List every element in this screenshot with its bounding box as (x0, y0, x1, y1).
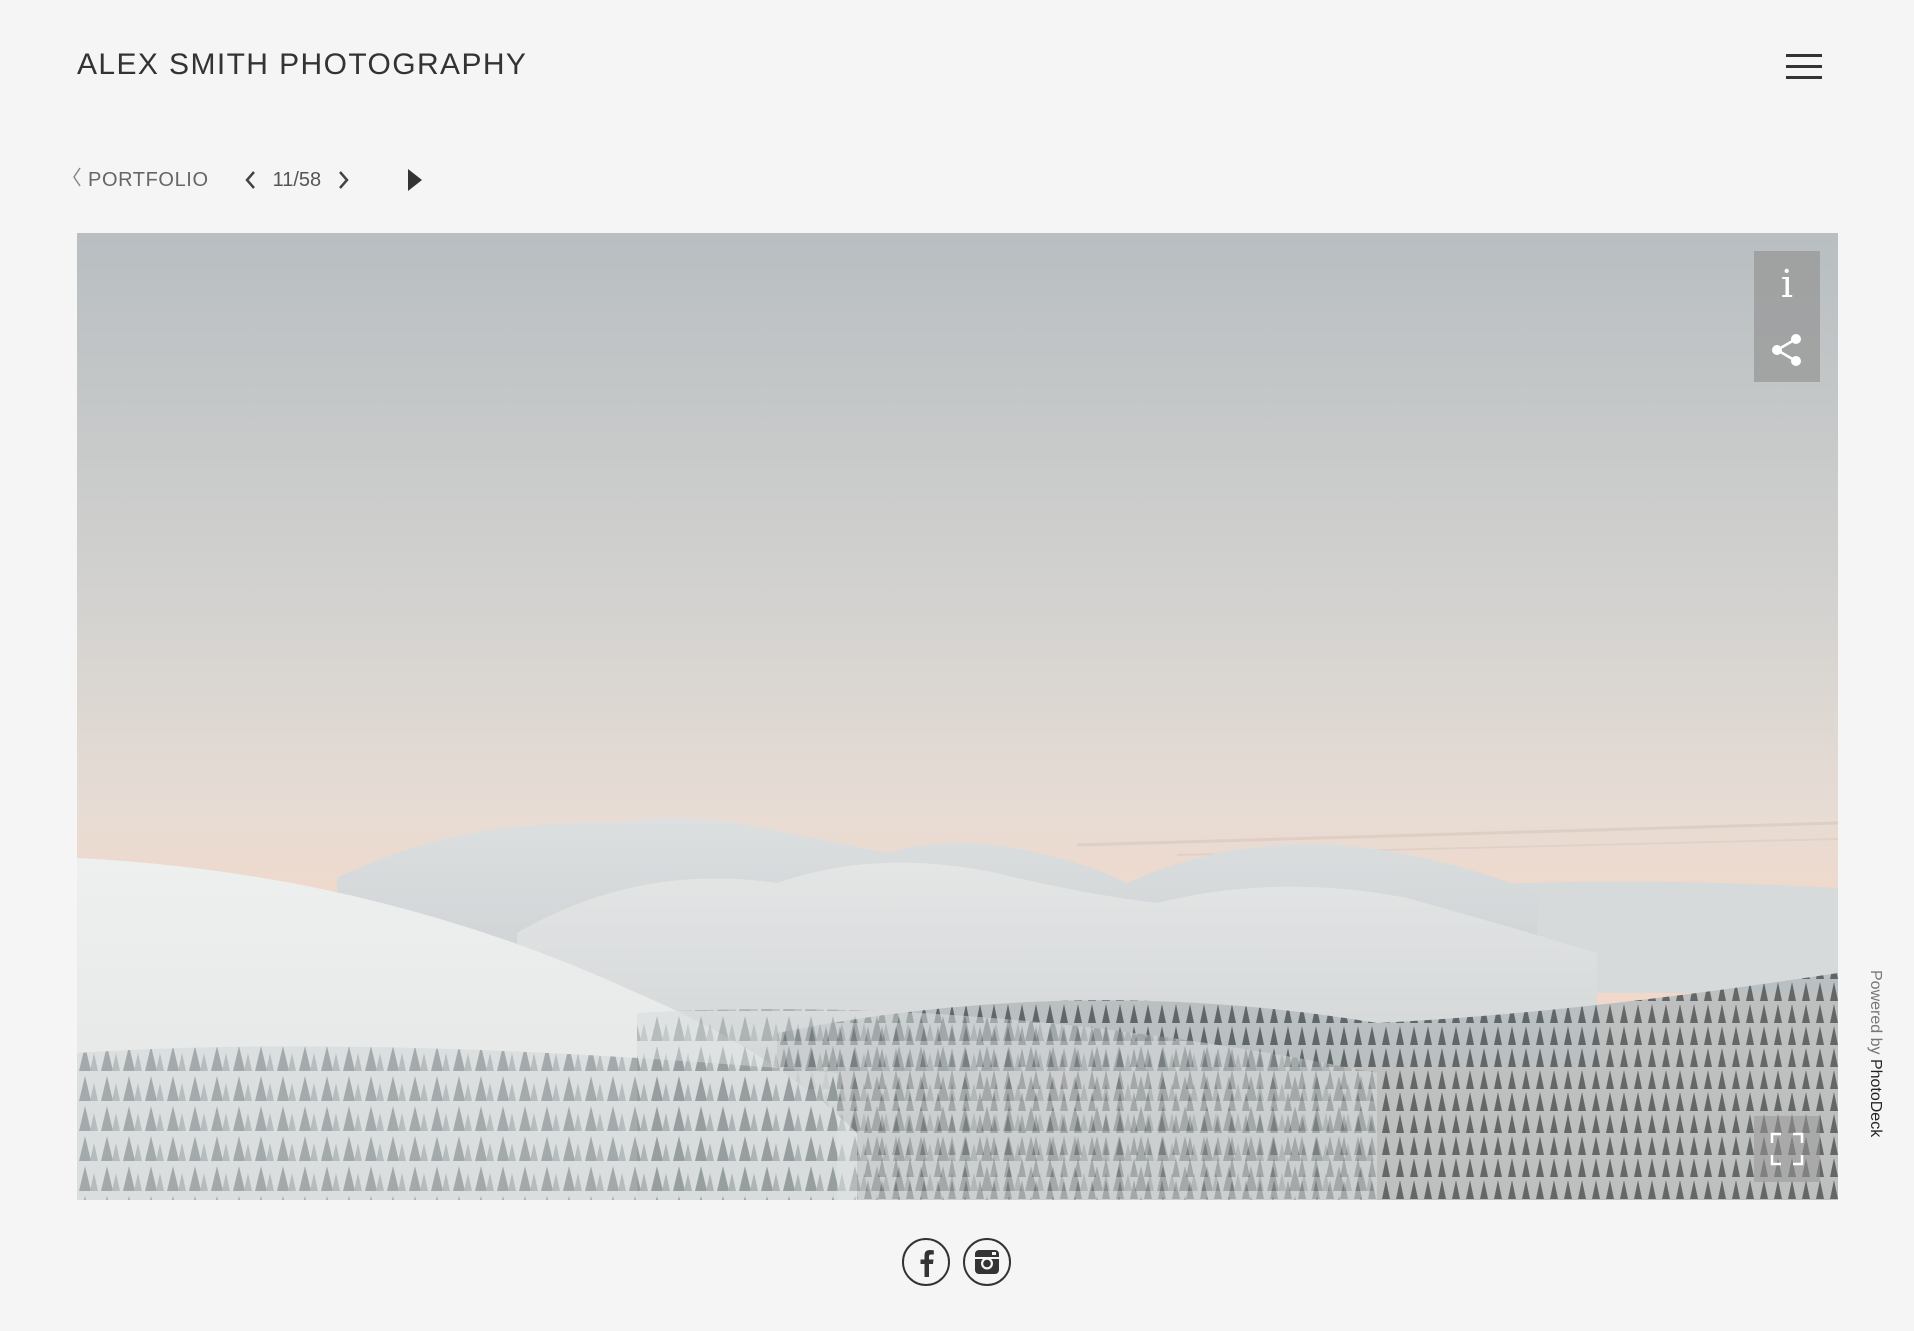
powered-by-brand: PhotoDeck (1867, 1058, 1884, 1138)
next-photo-button[interactable] (337, 169, 351, 191)
fullscreen-button[interactable] (1754, 1116, 1820, 1182)
instagram-icon (975, 1250, 999, 1274)
site-title[interactable]: ALEX SMITH PHOTOGRAPHY (77, 48, 527, 82)
info-button[interactable]: i (1754, 251, 1820, 316)
photo-pager: 11/58 (243, 169, 352, 192)
instagram-link[interactable] (963, 1238, 1011, 1286)
back-link-label: PORTFOLIO (88, 168, 209, 191)
photo-counter: 11/58 (272, 168, 322, 191)
back-to-portfolio-link[interactable]: PORTFOLIO (72, 166, 209, 194)
share-icon (1772, 333, 1801, 366)
chevron-right-icon (339, 171, 349, 189)
fullscreen-icon (1770, 1132, 1804, 1166)
hamburger-menu-icon[interactable] (1782, 50, 1824, 82)
powered-by-prefix: Powered by (1867, 970, 1884, 1059)
facebook-icon (920, 1250, 934, 1277)
slideshow-play-button[interactable] (407, 168, 423, 192)
gallery-nav: PORTFOLIO 11/58 (72, 164, 423, 196)
share-button[interactable] (1754, 317, 1820, 382)
landscape-photo (77, 233, 1838, 1200)
facebook-link[interactable] (902, 1238, 950, 1286)
powered-by-photodeck[interactable]: Powered by PhotoDeck (1866, 970, 1884, 1137)
social-links (902, 1238, 1011, 1286)
previous-photo-button[interactable] (243, 169, 257, 191)
photo-tools: i (1754, 251, 1820, 382)
chevron-left-icon (72, 166, 82, 194)
info-icon: i (1780, 261, 1794, 306)
play-icon (408, 169, 423, 191)
main-photo[interactable]: i (77, 233, 1838, 1200)
chevron-left-icon (244, 171, 255, 189)
